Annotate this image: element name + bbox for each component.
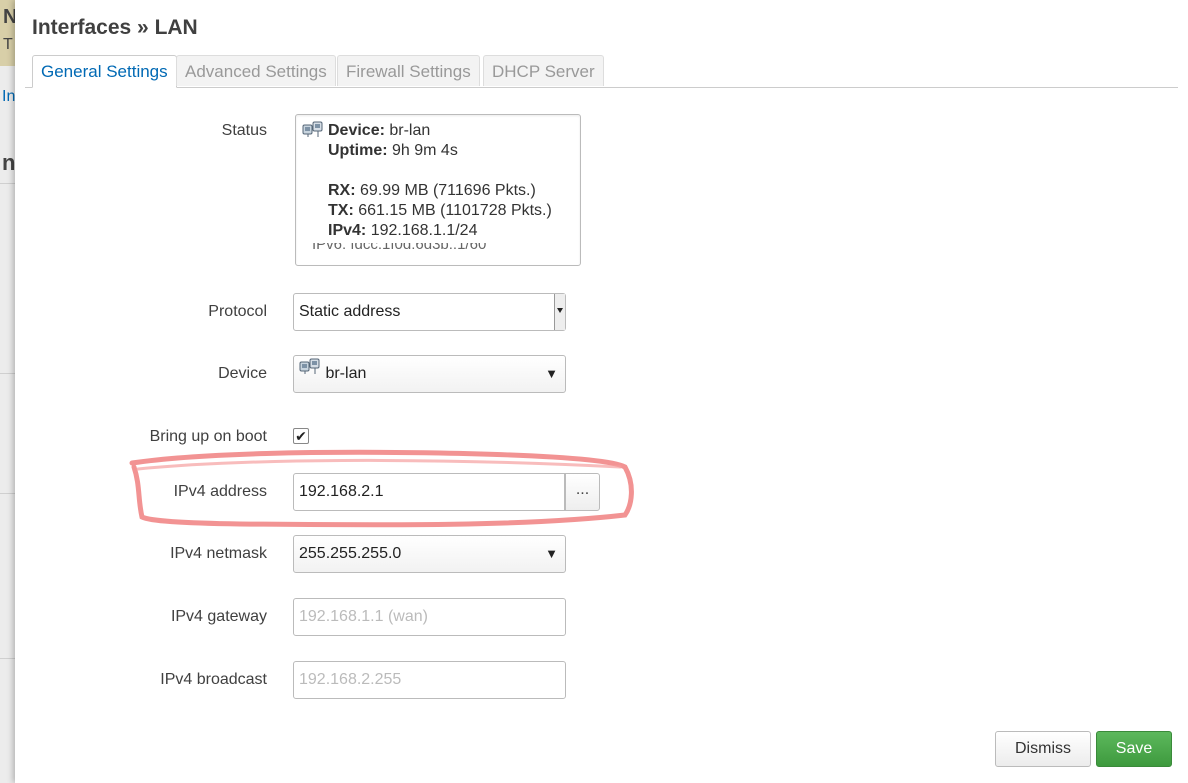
status-rx-value: 69.99 MB (711696 Pkts.) — [360, 182, 536, 199]
status-rx-label: RX: — [328, 182, 356, 199]
protocol-select-value: Static address — [299, 303, 401, 320]
status-box: Device: br-lan Uptime: 9h 9m 4s RX: 69.9… — [295, 114, 581, 266]
status-uptime-value: 9h 9m 4s — [392, 142, 458, 159]
status-device-label: Device: — [328, 122, 385, 139]
status-ipv6-text: IPv6: fdcc:1f0d:6d3b::1/60 — [312, 243, 487, 253]
status-uptime-label: Uptime: — [328, 142, 388, 159]
protocol-label: Protocol — [208, 303, 267, 320]
device-select-value: br-lan — [325, 365, 367, 383]
status-tx-label: TX: — [328, 202, 354, 219]
status-tx-value: 661.15 MB (1101728 Pkts.) — [358, 202, 552, 219]
status-ipv6-partial: IPv6: fdcc:1f0d:6d3b::1/60 — [312, 243, 512, 255]
network-device-icon — [299, 354, 321, 390]
ipv4-gateway-label: IPv4 gateway — [170, 608, 267, 625]
boot-checkbox[interactable]: ✔ — [293, 428, 309, 444]
modal-title: Interfaces » LAN — [32, 16, 198, 39]
checkmark-icon: ✔ — [295, 428, 307, 444]
network-device-icon — [302, 121, 324, 144]
background-text: T — [3, 36, 13, 53]
ipv4-gateway-input[interactable] — [293, 598, 566, 636]
dropdown-arrow-icon — [554, 294, 565, 330]
interface-modal: Interfaces » LAN General Settings Advanc… — [15, 0, 1188, 783]
boot-label: Bring up on boot — [149, 428, 267, 445]
device-select[interactable]: br-lan ▼ — [293, 355, 566, 393]
protocol-select[interactable]: Static address — [293, 293, 566, 331]
ipv4-address-label: IPv4 address — [173, 483, 267, 500]
dismiss-button[interactable]: Dismiss — [995, 731, 1091, 767]
ipv4-address-input[interactable] — [293, 473, 565, 511]
tab-firewall-settings[interactable]: Firewall Settings — [337, 55, 480, 86]
ipv4-address-more-button[interactable]: ... — [565, 473, 600, 511]
status-ipv4-value: 192.168.1.1/24 — [370, 222, 478, 239]
ipv4-broadcast-label: IPv4 broadcast — [160, 671, 267, 688]
status-label: Status — [221, 122, 267, 139]
tab-bar: General Settings Advanced Settings Firew… — [25, 55, 1178, 88]
ipv4-broadcast-input[interactable] — [293, 661, 566, 699]
status-ipv4-label: IPv4: — [328, 222, 367, 239]
triangle-down-icon: ▼ — [545, 546, 558, 561]
ipv4-netmask-label: IPv4 netmask — [170, 545, 267, 562]
save-button[interactable]: Save — [1096, 731, 1172, 767]
ipv4-netmask-select[interactable]: 255.255.255.0 ▼ — [293, 535, 566, 573]
device-label: Device — [218, 365, 267, 382]
ipv4-netmask-value: 255.255.255.0 — [299, 545, 402, 562]
triangle-down-icon: ▼ — [545, 366, 558, 381]
tab-general-settings[interactable]: General Settings — [32, 55, 177, 88]
background-link[interactable]: In — [2, 88, 15, 106]
status-device-value: br-lan — [389, 122, 431, 139]
background-text: n — [2, 150, 16, 175]
tab-dhcp-server[interactable]: DHCP Server — [483, 55, 604, 86]
tab-advanced-settings[interactable]: Advanced Settings — [176, 55, 336, 86]
